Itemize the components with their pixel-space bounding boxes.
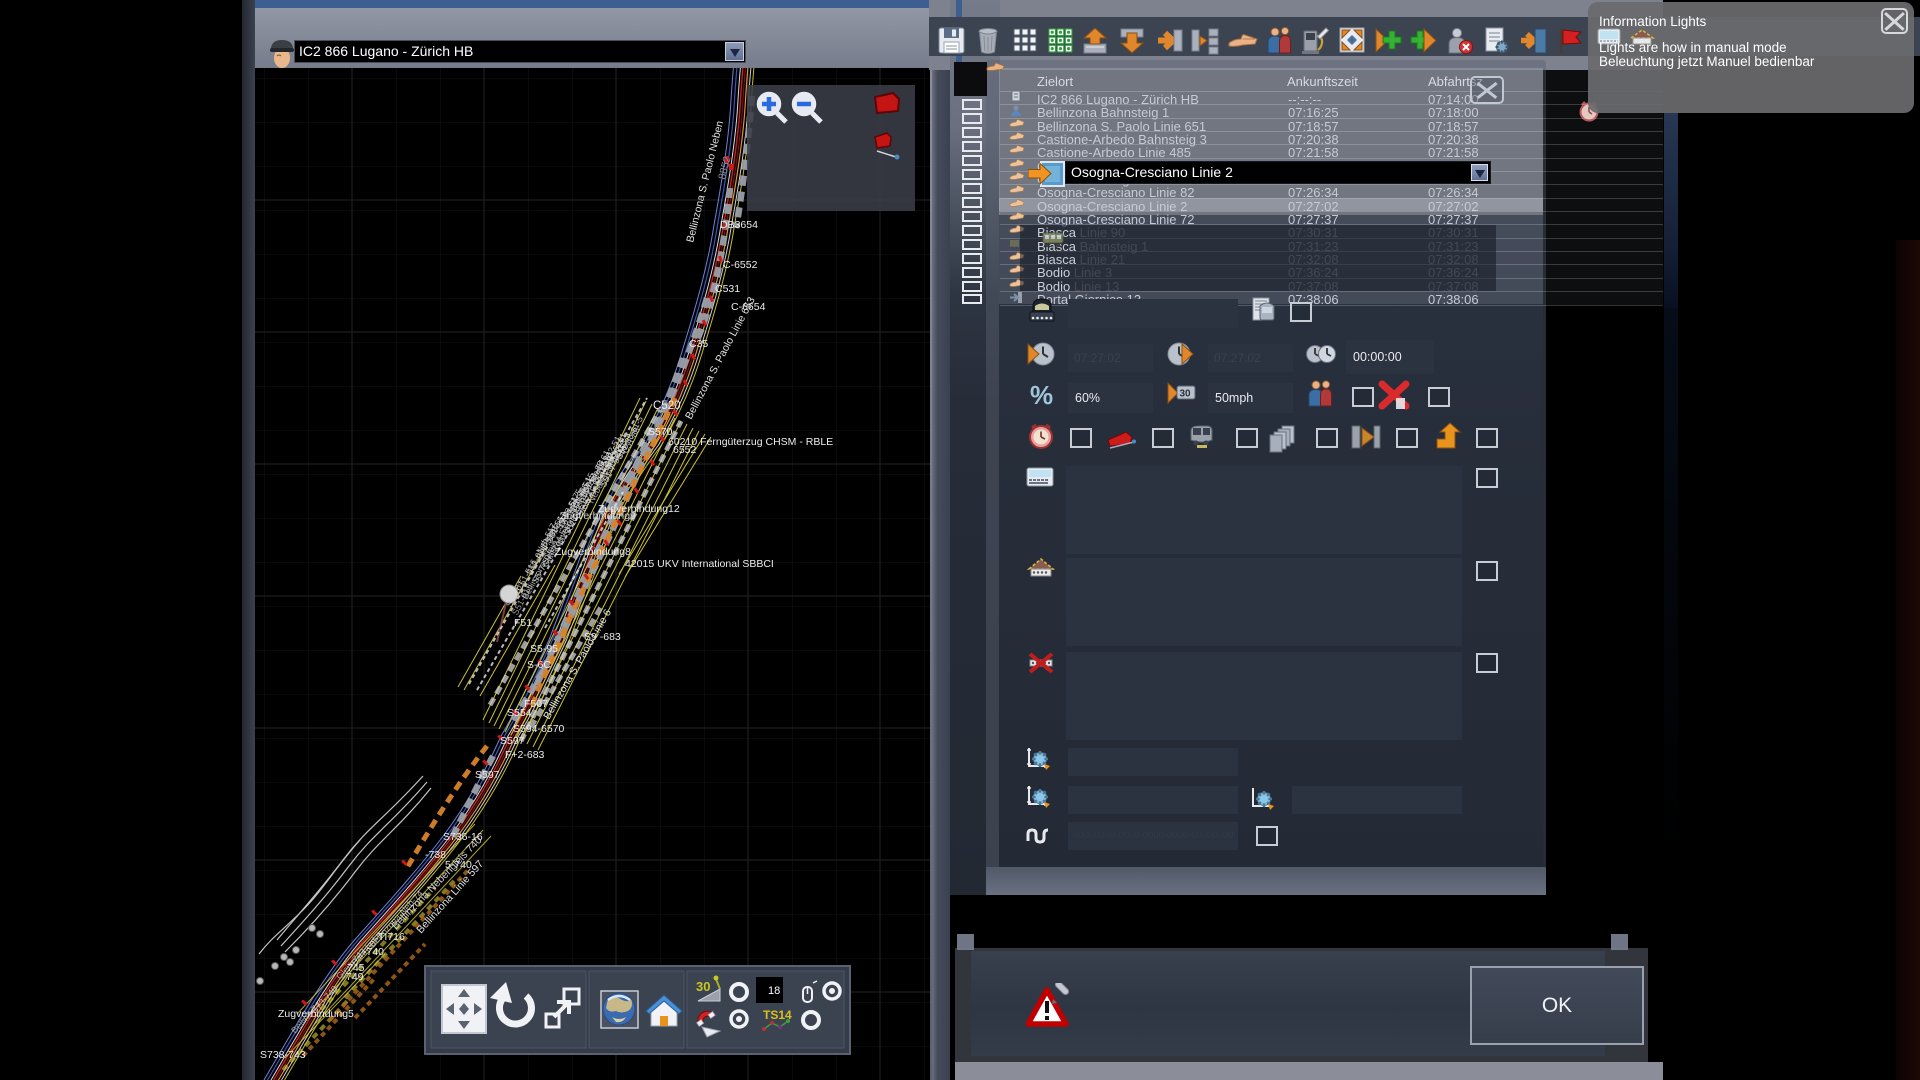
svg-text:C35: C35 bbox=[689, 338, 708, 350]
svg-text:Zugverbindung9: Zugverbindung9 bbox=[560, 510, 636, 522]
svg-text:Zugverbindung5: Zugverbindung5 bbox=[278, 1008, 354, 1020]
svg-text:30: 30 bbox=[1180, 389, 1192, 400]
svg-text:F+2-683: F+2-683 bbox=[505, 749, 545, 761]
svg-text:S594-6570: S594-6570 bbox=[513, 723, 565, 735]
svg-text:-738: -738 bbox=[425, 849, 446, 861]
svg-text:C520: C520 bbox=[653, 400, 681, 412]
svg-text:Zugverbindung8: Zugverbindung8 bbox=[555, 546, 631, 558]
svg-text:DB3654: DB3654 bbox=[720, 219, 758, 231]
svg-text:F51: F51 bbox=[514, 617, 532, 629]
svg-text:C-6552: C-6552 bbox=[723, 259, 758, 271]
svg-text:-740: -740 bbox=[363, 946, 384, 958]
svg-text:6552: 6552 bbox=[673, 444, 697, 456]
svg-text:18: 18 bbox=[768, 985, 780, 997]
svg-text:42015 UKV International SBBCI: 42015 UKV International SBBCI bbox=[625, 558, 774, 570]
svg-text:S-6C: S-6C bbox=[527, 659, 551, 671]
svg-text:S5-95: S5-95 bbox=[530, 643, 558, 655]
svg-text:S597: S597 bbox=[475, 769, 500, 781]
svg-text:S554: S554 bbox=[507, 707, 532, 719]
svg-text:S597: S597 bbox=[500, 735, 525, 747]
svg-text:S570: S570 bbox=[648, 426, 673, 438]
svg-text:C531: C531 bbox=[715, 283, 740, 295]
svg-text:749: 749 bbox=[346, 971, 364, 983]
svg-text:30: 30 bbox=[696, 979, 710, 994]
svg-text:%: % bbox=[1030, 380, 1053, 410]
svg-text:TI716: TI716 bbox=[378, 931, 405, 943]
svg-text:S738-743: S738-743 bbox=[260, 1049, 306, 1061]
